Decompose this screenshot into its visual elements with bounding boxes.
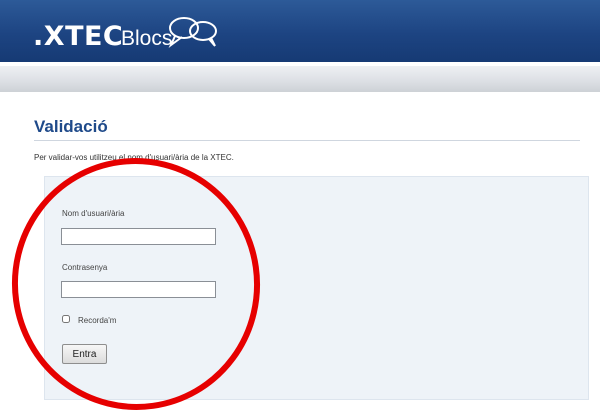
site-header: .XTEC Blocs [0,0,600,62]
remember-me-checkbox[interactable] [62,315,70,323]
password-input[interactable] [61,281,216,298]
intro-text: Per validar-vos utilitzeu el nom d'usuar… [34,153,234,162]
username-input[interactable] [61,228,216,245]
username-label: Nom d'usuari/ària [62,209,125,218]
speech-bubbles-icon [168,17,217,48]
password-label: Contrasenya [62,263,108,272]
page-title: Validació [34,117,108,136]
navigation-bar [0,66,600,92]
title-divider [34,140,580,141]
xtec-logo-text[interactable]: .XTEC [33,21,123,52]
submit-button[interactable]: Entra [62,344,107,364]
remember-me-label[interactable]: Recorda'm [78,316,116,325]
